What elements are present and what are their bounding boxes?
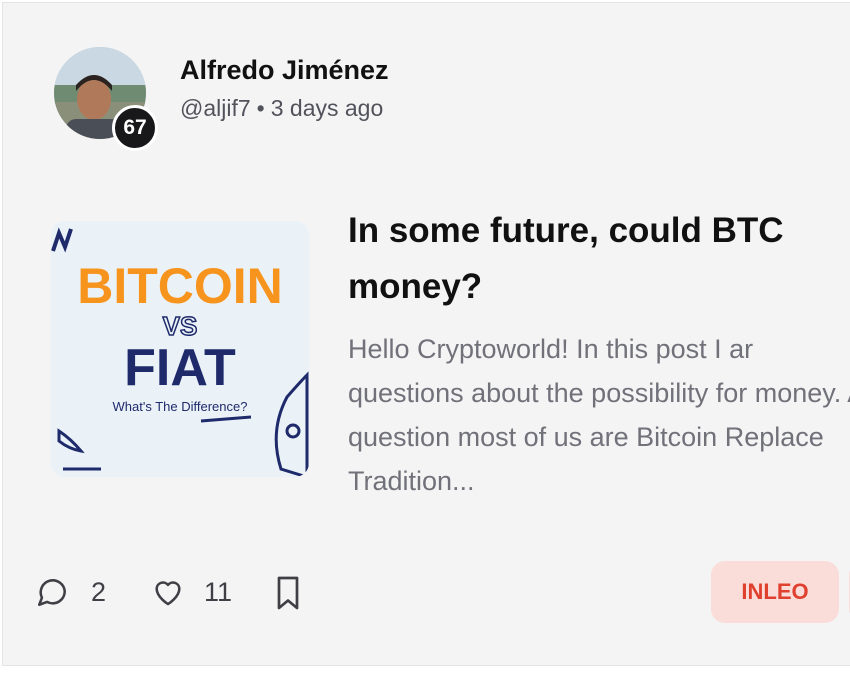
author-handle[interactable]: @aljif7 xyxy=(180,95,251,121)
thumbnail-graphic: BITCOIN VS FIAT What's The Difference? xyxy=(51,221,309,477)
comments-action[interactable]: 2 xyxy=(35,575,106,609)
post-title[interactable]: In some future, could BTC money? xyxy=(348,203,850,315)
like-action[interactable]: 11 xyxy=(150,575,232,609)
comments-count: 2 xyxy=(91,576,107,607)
bookmark-icon xyxy=(273,575,303,611)
author-name[interactable]: Alfredo Jiménez xyxy=(180,55,389,86)
meta-separator: • xyxy=(256,95,265,121)
comment-bubble-icon xyxy=(35,575,69,609)
post-thumbnail[interactable]: BITCOIN VS FIAT What's The Difference? xyxy=(51,221,309,477)
post-excerpt[interactable]: Hello Cryptoworld! In this post I ar que… xyxy=(348,327,850,503)
post-card[interactable]: 67 Alfredo Jiménez @aljif7 • 3 days ago BI… xyxy=(2,2,850,666)
heart-icon xyxy=(150,575,186,609)
thumb-line3: FIAT xyxy=(124,339,236,397)
likes-count: 11 xyxy=(204,576,233,607)
post-meta: @aljif7 • 3 days ago xyxy=(180,95,383,122)
thumb-line4: What's The Difference? xyxy=(113,399,248,414)
tag-inleo[interactable]: INLEO xyxy=(711,561,839,623)
thumb-line1: BITCOIN xyxy=(77,258,283,314)
thumb-line2: VS xyxy=(163,311,198,341)
bookmark-button[interactable] xyxy=(273,575,303,611)
post-time: 3 days ago xyxy=(270,95,384,121)
author-avatar-wrap[interactable]: 67 xyxy=(54,47,158,151)
reputation-badge: 67 xyxy=(112,105,158,151)
